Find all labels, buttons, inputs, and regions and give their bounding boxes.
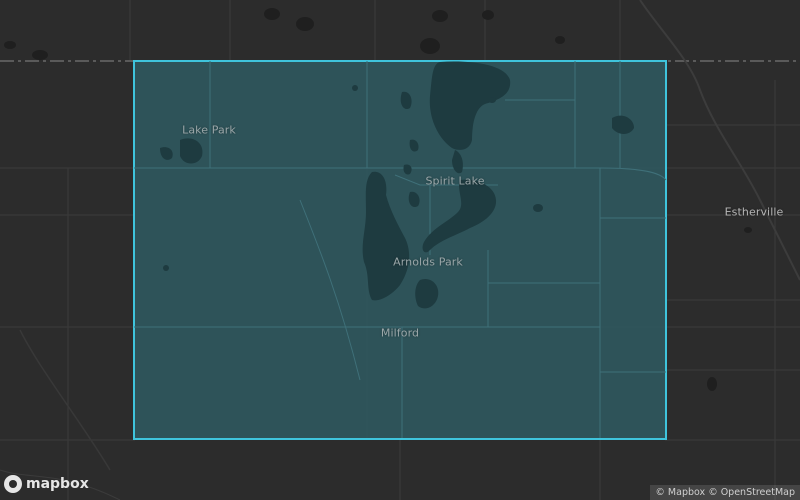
basemap [0,0,800,500]
place-label-milford: Milford [380,326,420,340]
map-canvas[interactable]: Lake Park Spirit Lake Arnolds Park Milfo… [0,0,800,500]
attribution-mapbox-link[interactable]: © Mapbox [655,487,705,498]
place-label-arnolds-park: Arnolds Park [393,255,463,269]
mapbox-logo[interactable]: mapbox [4,475,89,493]
attribution-osm-link[interactable]: © OpenStreetMap [708,487,795,498]
place-label-estherville: Estherville [724,205,784,219]
mapbox-logo-icon [4,475,22,493]
place-label-spirit-lake: Spirit Lake [425,174,485,188]
mapbox-logo-text: mapbox [26,476,89,492]
place-label-lake-park: Lake Park [182,123,236,137]
creek [19,329,111,471]
attribution-bar: © Mapbox © OpenStreetMap [650,485,800,500]
